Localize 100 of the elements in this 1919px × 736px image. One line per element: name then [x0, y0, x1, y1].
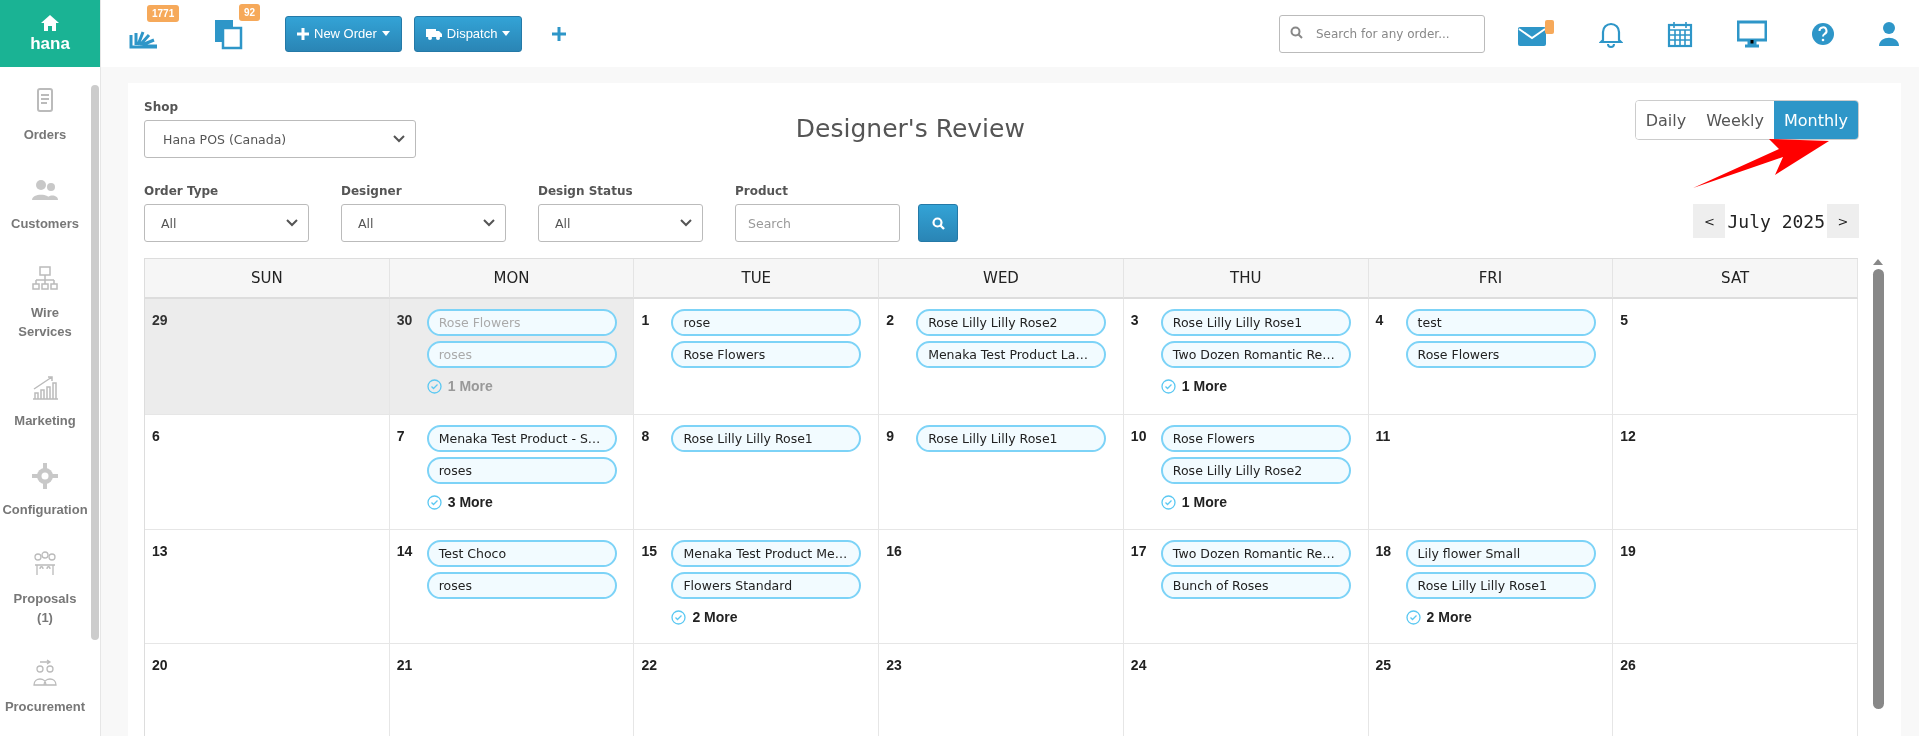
day-cell[interactable]: 26: [1613, 644, 1858, 736]
day-cell[interactable]: 9 Rose Lilly Lilly Rose1: [879, 415, 1124, 530]
day-number: 14: [396, 542, 414, 561]
day-cell[interactable]: 16: [879, 530, 1124, 644]
event-pill[interactable]: Menaka Test Product - S…: [426, 425, 617, 452]
help-icon[interactable]: [1811, 21, 1835, 46]
day-cell[interactable]: 21: [389, 644, 635, 736]
more-link[interactable]: 1 More: [1160, 494, 1351, 510]
filter-select[interactable]: All: [144, 204, 309, 242]
day-number: 24: [1130, 656, 1148, 675]
more-link[interactable]: 2 More: [1405, 609, 1596, 625]
copy-icon[interactable]: [213, 17, 243, 50]
day-cell[interactable]: 24: [1123, 644, 1369, 736]
day-cell[interactable]: 18 Lily flower Small Rose Lilly Lilly Rose1 2 More: [1368, 530, 1614, 644]
event-pill[interactable]: Lily flower Small: [1405, 540, 1596, 567]
more-link[interactable]: 3 More: [426, 494, 617, 510]
day-cell[interactable]: 4 test Rose Flowers: [1368, 299, 1614, 415]
filter-select[interactable]: All: [341, 204, 506, 242]
weekday-header: WED: [879, 259, 1124, 299]
more-link[interactable]: 1 More: [1160, 378, 1351, 394]
weekday-header: MON: [389, 259, 635, 299]
day-number: 2: [886, 311, 895, 330]
user-icon[interactable]: [1879, 20, 1899, 47]
event-pill[interactable]: Menaka Test Product Me…: [671, 540, 862, 567]
day-cell[interactable]: 12: [1613, 415, 1858, 530]
event-pill[interactable]: Rose Lilly Lilly Rose2: [916, 309, 1107, 336]
event-pill[interactable]: Rose Flowers: [1405, 341, 1596, 368]
sidebar-item[interactable]: Customers: [1, 176, 89, 233]
search-button[interactable]: [918, 204, 958, 242]
event-pill[interactable]: rose: [671, 309, 862, 336]
day-cell[interactable]: 11: [1368, 415, 1614, 530]
day-number: 26: [1620, 656, 1637, 675]
scroll-up-icon[interactable]: [1872, 258, 1884, 266]
day-cell[interactable]: 1 rose Rose Flowers: [634, 299, 880, 415]
add-icon[interactable]: [552, 26, 567, 41]
sidebar-item[interactable]: Proposals (1): [1, 551, 89, 627]
day-number: 16: [886, 542, 903, 561]
day-cell[interactable]: 20: [145, 644, 390, 736]
day-cell[interactable]: 2 Rose Lilly Lilly Rose2 Menaka Test Product La…: [879, 299, 1124, 415]
notification-badge: 1771: [147, 4, 180, 22]
day-cell[interactable]: 6: [145, 415, 390, 530]
event-pill[interactable]: Bunch of Roses: [1160, 572, 1351, 599]
day-cell[interactable]: 29: [145, 299, 390, 415]
weekday-header: SUN: [145, 259, 390, 299]
event-pill[interactable]: Two Dozen Romantic Re…: [1160, 540, 1351, 567]
mail-icon[interactable]: [1517, 18, 1555, 49]
day-cell[interactable]: 19: [1613, 530, 1858, 644]
day-cell[interactable]: 7 Menaka Test Product - S… roses 3 More: [389, 415, 635, 530]
day-cell[interactable]: 8 Rose Lilly Lilly Rose1: [634, 415, 880, 530]
event-pill[interactable]: Rose Flowers: [671, 341, 862, 368]
event-pill[interactable]: roses: [426, 457, 617, 484]
day-cell[interactable]: 10 Rose Flowers Rose Lilly Lilly Rose2 1 More: [1123, 415, 1369, 530]
event-pill[interactable]: Test Choco: [426, 540, 617, 567]
sidebar-item[interactable]: Configuration: [1, 462, 89, 519]
previous-month-button[interactable]: <: [1693, 204, 1726, 238]
day-cell[interactable]: 23: [879, 644, 1124, 736]
day-cell[interactable]: 3 Rose Lilly Lilly Rose1 Two Dozen Romantic Re… 1 More: [1123, 299, 1369, 415]
day-number: 9: [886, 427, 895, 446]
day-number: 18: [1375, 542, 1393, 561]
field-label: Product: [735, 184, 789, 198]
event-pill[interactable]: Rose Lilly Lilly Rose1: [671, 425, 862, 452]
day-number: 19: [1620, 542, 1637, 561]
day-cell[interactable]: 14 Test Choco roses: [389, 530, 635, 644]
event-pill[interactable]: Rose Lilly Lilly Rose1: [916, 425, 1107, 452]
day-cell[interactable]: 17 Two Dozen Romantic Re… Bunch of Roses: [1123, 530, 1369, 644]
plus-icon: [297, 27, 309, 40]
event-pill[interactable]: Menaka Test Product La…: [916, 341, 1107, 368]
sidebar-item[interactable]: Procurement: [1, 659, 89, 716]
sidebar-item[interactable]: Wire Services: [1, 265, 89, 341]
day-number: 13: [152, 542, 169, 561]
event-pill[interactable]: Rose Lilly Lilly Rose2: [1160, 457, 1351, 484]
day-cell[interactable]: 15 Menaka Test Product Me… Flowers Standard 2 More: [634, 530, 880, 644]
event-pill[interactable]: Two Dozen Romantic Re…: [1160, 341, 1351, 368]
event-pill[interactable]: Rose Flowers: [1160, 425, 1351, 452]
field-label: Designer: [341, 184, 403, 198]
search-field[interactable]: Search for any order...: [1279, 14, 1485, 53]
monitor-icon[interactable]: [1737, 19, 1767, 48]
filter-select[interactable]: All: [538, 204, 703, 242]
sidebar-item[interactable]: Marketing: [1, 373, 89, 430]
caret-icon: [381, 31, 390, 36]
weekday-header: THU: [1123, 259, 1369, 299]
event-pill[interactable]: Flowers Standard: [671, 572, 862, 599]
home-icon: [40, 13, 60, 32]
product-search-field[interactable]: Search: [735, 204, 900, 242]
event-pill[interactable]: roses: [426, 572, 617, 599]
check-circle-icon: [1405, 609, 1421, 625]
calendar-icon[interactable]: [1667, 19, 1693, 48]
day-cell[interactable]: 25: [1368, 644, 1614, 736]
event-pill[interactable]: Rose Lilly Lilly Rose1: [1160, 309, 1351, 336]
day-cell[interactable]: 5: [1613, 299, 1858, 415]
day-cell[interactable]: 22: [634, 644, 880, 736]
event-pill[interactable]: Rose Lilly Lilly Rose1: [1405, 572, 1596, 599]
more-link[interactable]: 2 More: [671, 609, 862, 625]
sidebar-item[interactable]: Orders: [1, 87, 89, 144]
next-month-button[interactable]: >: [1827, 204, 1859, 238]
event-pill[interactable]: test: [1405, 309, 1596, 336]
day-cell[interactable]: 13: [145, 530, 390, 644]
shop-select[interactable]: Hana POS (Canada): [144, 120, 416, 158]
gear-icon: [30, 462, 60, 490]
chevron-down-icon: [393, 135, 405, 143]
